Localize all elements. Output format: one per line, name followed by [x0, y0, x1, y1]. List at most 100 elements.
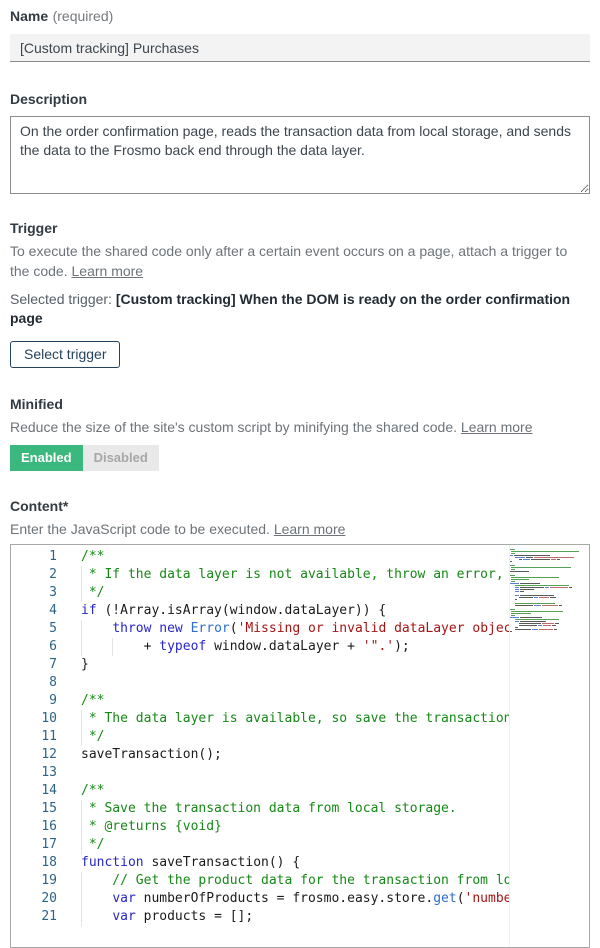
- minimap-segment: [526, 557, 533, 558]
- select-trigger-button[interactable]: Select trigger: [10, 341, 120, 368]
- minimap-segment: [520, 587, 544, 588]
- code-token: '".': [363, 639, 394, 654]
- minimap-segment: [515, 599, 517, 600]
- code-line: * @returns {void}: [81, 818, 519, 836]
- code-token: [81, 621, 112, 636]
- indent-guide-line: [81, 890, 82, 908]
- minimap-segment: [515, 603, 555, 604]
- line-number: 17: [11, 836, 57, 854]
- minimap-segment: [510, 575, 515, 576]
- editor-minimap[interactable]: [509, 546, 587, 946]
- shared-code-form: Name (required) Description On the order…: [0, 0, 600, 948]
- line-number: 15: [11, 800, 57, 818]
- name-section: Name (required): [10, 7, 590, 62]
- code-token: (!Array.isArray(window.dataLayer)) {: [97, 603, 387, 618]
- code-line: */: [81, 836, 519, 854]
- code-token: * Save the transaction data from local s…: [81, 801, 457, 816]
- minimap-segment: [542, 605, 558, 606]
- minimap-segment: [532, 629, 538, 630]
- minimap-segment: [511, 569, 515, 570]
- indent-guide-line: [81, 620, 82, 638]
- indent-guide-line: [81, 584, 82, 602]
- minimap-segment: [555, 623, 559, 624]
- minimap-segment: [510, 609, 515, 610]
- content-learn-more-link[interactable]: Learn more: [274, 521, 346, 537]
- code-token: Error: [191, 621, 230, 636]
- code-token: */: [81, 729, 104, 744]
- name-input[interactable]: [10, 34, 590, 62]
- minimap-segment: [515, 585, 569, 586]
- minified-enabled-button[interactable]: Enabled: [10, 445, 83, 471]
- minimap-segment: [557, 559, 560, 560]
- selected-trigger-prefix: Selected trigger:: [10, 291, 116, 307]
- minimap-segment: [550, 597, 556, 598]
- code-line: function saveTransaction() {: [81, 854, 519, 872]
- minimap-segment: [515, 557, 525, 558]
- description-section: Description On the order confirmation pa…: [10, 90, 590, 194]
- code-token: // Get the product data for the transact…: [81, 873, 519, 888]
- editor-gutter: 123456789101112131415161718192021: [11, 548, 57, 926]
- minimap-segment: [538, 625, 542, 626]
- minimap-segment: [511, 613, 531, 614]
- code-token: function: [81, 855, 144, 870]
- minimap-segment: [510, 565, 515, 566]
- code-editor[interactable]: 123456789101112131415161718192021 /** * …: [10, 544, 590, 948]
- minimap-row: [510, 630, 587, 632]
- minimap-segment: [515, 629, 531, 630]
- code-line: * Save the transaction data from local s…: [81, 800, 519, 818]
- minimap-segment: [559, 605, 562, 606]
- code-token: get: [433, 891, 456, 906]
- minimap-segment: [520, 589, 534, 590]
- minified-label: Minified: [10, 396, 63, 412]
- minimap-segment: [510, 617, 519, 618]
- code-line: if (!Array.isArray(window.dataLayer)) {: [81, 602, 519, 620]
- minimap-segment: [511, 611, 563, 612]
- minimap-segment: [510, 555, 513, 556]
- code-line: [81, 764, 519, 782]
- code-line: [81, 674, 519, 692]
- minified-disabled-button[interactable]: Disabled: [83, 445, 159, 471]
- code-token: (: [457, 891, 465, 906]
- minimap-segment: [511, 581, 515, 582]
- code-token: /**: [81, 549, 104, 564]
- code-token: [183, 621, 191, 636]
- line-number: 8: [11, 674, 57, 692]
- code-token: throw: [112, 621, 151, 636]
- trigger-learn-more-link[interactable]: Learn more: [72, 263, 144, 279]
- minimap-segment: [515, 589, 519, 590]
- minimap-segment: [515, 619, 559, 620]
- line-number: 18: [11, 854, 57, 872]
- code-token: var: [112, 909, 135, 924]
- code-line: * If the data layer is not available, th…: [81, 566, 519, 584]
- code-line: saveTransaction();: [81, 746, 519, 764]
- indent-guide-line: [81, 872, 82, 890]
- content-section: Content* Enter the JavaScript code to be…: [10, 497, 590, 948]
- line-number: 2: [11, 566, 57, 584]
- trigger-section: Trigger To execute the shared code only …: [10, 219, 590, 368]
- minimap-segment: [542, 623, 554, 624]
- code-token: [81, 909, 112, 924]
- minimap-segment: [569, 587, 572, 588]
- line-number: 19: [11, 872, 57, 890]
- line-number: 16: [11, 818, 57, 836]
- minimap-segment: [551, 559, 556, 560]
- code-lines[interactable]: /** * If the data layer is not available…: [57, 548, 519, 926]
- code-token: (: [230, 621, 238, 636]
- content-label: Content*: [10, 498, 68, 514]
- code-line: */: [81, 584, 519, 602]
- code-token: * If the data layer is not available, th…: [81, 567, 519, 582]
- description-label: Description: [10, 91, 87, 107]
- minified-learn-more-link[interactable]: Learn more: [461, 419, 533, 435]
- description-textarea[interactable]: On the order confirmation page, reads th…: [10, 116, 590, 194]
- line-number: 14: [11, 782, 57, 800]
- minimap-segment: [531, 559, 550, 560]
- line-number: 20: [11, 890, 57, 908]
- code-line: */: [81, 728, 519, 746]
- indent-guide-line: [81, 710, 82, 728]
- minimap-segment: [511, 567, 571, 568]
- code-token: new: [159, 621, 182, 636]
- code-token: var: [112, 891, 135, 906]
- line-number: 12: [11, 746, 57, 764]
- minimap-segment: [510, 571, 529, 572]
- indent-guide-line: [81, 728, 82, 746]
